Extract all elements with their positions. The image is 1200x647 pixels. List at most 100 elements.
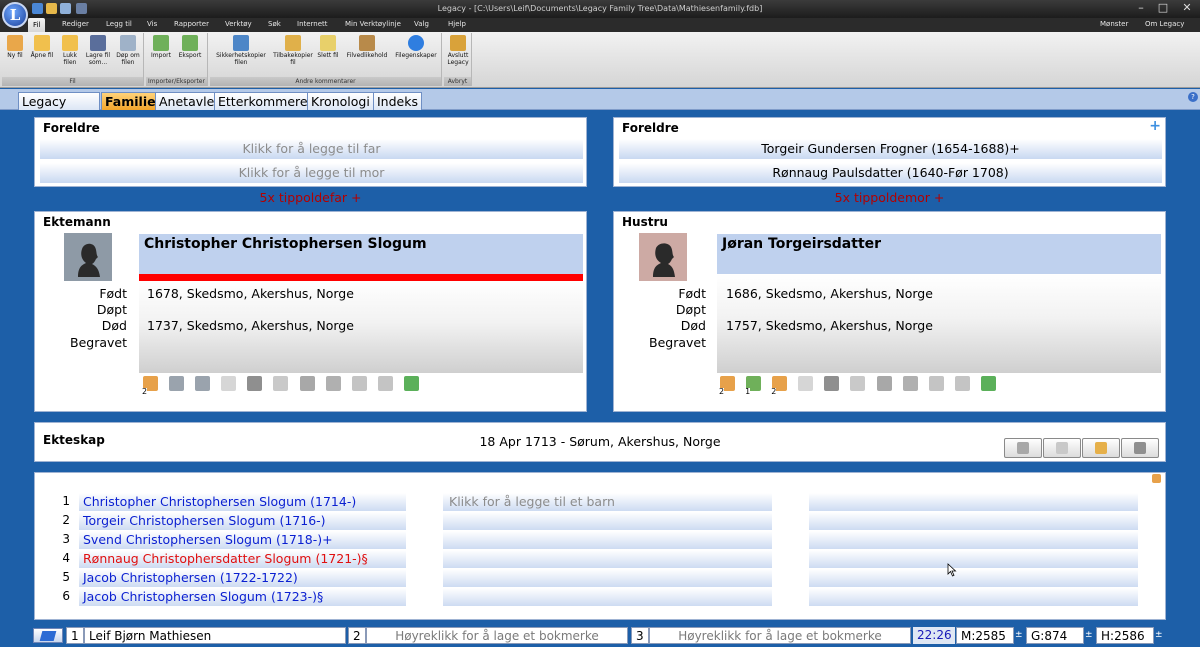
menu-rediger[interactable]: Rediger [62, 20, 89, 28]
empty-child-slot[interactable] [443, 569, 772, 587]
menu-hjelp[interactable]: Hjelp [448, 20, 466, 28]
marriage-count-spinner[interactable]: ± [1085, 628, 1095, 643]
siblings-icon[interactable]: 1 [745, 376, 762, 396]
bookmark-3-slot[interactable]: Høyreklikk for å lage et bokmerke [649, 627, 911, 644]
husband-died-value[interactable]: 1737, Skedsmo, Akershus, Norge [147, 318, 354, 333]
delete-file-button[interactable]: Slett fil [316, 35, 340, 59]
empty-child-slot[interactable] [809, 569, 1138, 587]
address-icon[interactable] [351, 376, 367, 391]
notes-icon[interactable] [798, 376, 814, 391]
minimize-button[interactable]: – [1130, 1, 1152, 15]
empty-child-slot[interactable] [809, 588, 1138, 606]
child-row[interactable]: Rønnaug Christophersdatter Slogum (1721-… [79, 550, 406, 568]
rename-file-button[interactable]: Døp om filen [114, 35, 142, 66]
add-father-slot[interactable]: Klikk for å legge til far [40, 139, 583, 159]
marriage-sources-button[interactable] [1043, 438, 1081, 458]
backup-file-button[interactable]: Sikkerhetskopier filen [212, 35, 270, 66]
empty-child-slot[interactable] [809, 512, 1138, 530]
menu-legg-til[interactable]: Legg til [106, 20, 132, 28]
spouses-icon[interactable]: 2 [719, 376, 735, 396]
menu-verktoy[interactable]: Verktøy [225, 20, 252, 28]
empty-child-slot[interactable] [809, 493, 1138, 511]
husband-name[interactable]: Christopher Christophersen Slogum [139, 234, 583, 274]
marriage-events-button[interactable] [1082, 438, 1120, 458]
marriage-notes-button[interactable] [1004, 438, 1042, 458]
menu-sok[interactable]: Søk [268, 20, 281, 28]
empty-child-slot[interactable] [809, 550, 1138, 568]
todo-icon[interactable] [377, 376, 393, 391]
empty-child-slot[interactable] [443, 531, 772, 549]
open-file-button[interactable]: Åpne fil [30, 35, 54, 59]
menu-fil[interactable]: Fil [28, 18, 46, 32]
tags-icon[interactable] [325, 376, 341, 391]
notes-icon[interactable] [221, 376, 237, 391]
menu-valg[interactable]: Valg [414, 20, 429, 28]
sources-icon[interactable] [850, 376, 866, 391]
tags-icon[interactable] [902, 376, 918, 391]
bookmark-2-slot[interactable]: Høyreklikk for å lage et bokmerke [366, 627, 628, 644]
legacy-logo-icon[interactable]: L [2, 2, 28, 28]
child-row[interactable]: Torgeir Christophersen Slogum (1716-) [79, 512, 406, 530]
child-row[interactable]: Svend Christophersen Slogum (1718-)+ [79, 531, 406, 549]
menu-min-verktoylinje[interactable]: Min Verktøylinje [345, 20, 401, 28]
help-icon[interactable]: ? [1188, 92, 1198, 102]
parents-icon[interactable] [195, 376, 211, 391]
close-button[interactable]: ✕ [1176, 1, 1198, 15]
children-corner-icon[interactable] [1152, 474, 1161, 483]
tab-familie[interactable]: Familie [101, 92, 160, 110]
edit-person-icon[interactable] [980, 376, 996, 391]
restore-file-button[interactable]: Tilbakekopier fil [270, 35, 316, 66]
child-row[interactable]: Christopher Christophersen Slogum (1714-… [79, 493, 406, 511]
menu-om-legacy[interactable]: Om Legacy [1145, 20, 1184, 28]
menu-monster[interactable]: Mønster [1100, 20, 1128, 28]
empty-child-slot[interactable] [443, 550, 772, 568]
wife-relation-label[interactable]: 5x tippoldemor + [613, 190, 1166, 205]
female-count-spinner[interactable]: ± [1155, 628, 1165, 643]
todo-icon[interactable] [954, 376, 970, 391]
add-mother-slot[interactable]: Klikk for å legge til mor [40, 163, 583, 183]
books-icon[interactable] [876, 376, 892, 391]
add-child-slot[interactable]: Klikk for å legge til et barn [443, 493, 772, 511]
bookmark-book-icon[interactable] [33, 628, 63, 643]
tab-legacy-start[interactable]: Legacy Start [18, 92, 100, 110]
menu-internett[interactable]: Internett [297, 20, 328, 28]
marriage-pictures-button[interactable] [1121, 438, 1159, 458]
export-button[interactable]: Eksport [176, 35, 204, 59]
wife-died-value[interactable]: 1757, Skedsmo, Akershus, Norge [726, 318, 933, 333]
close-file-button[interactable]: Lukk filen [57, 35, 83, 66]
child-row[interactable]: Jacob Christophersen (1722-1722) [79, 569, 406, 587]
tab-kronologi[interactable]: Kronologi [307, 92, 374, 110]
pictures-icon[interactable] [824, 376, 840, 391]
file-properties-button[interactable]: Filegenskaper [392, 35, 440, 59]
wife-born-value[interactable]: 1686, Skedsmo, Akershus, Norge [726, 286, 933, 301]
new-file-button[interactable]: Ny fil [4, 35, 26, 59]
wife-name[interactable]: Jøran Torgeirsdatter [717, 234, 1161, 274]
pictures-icon[interactable] [247, 376, 263, 391]
male-count-spinner[interactable]: ± [1015, 628, 1025, 643]
file-maintenance-button[interactable]: Filvedlikehold [342, 35, 392, 59]
spouses-icon[interactable]: 2 [142, 376, 158, 396]
edit-person-icon[interactable] [403, 376, 419, 391]
parents-icon[interactable]: 2 [771, 376, 788, 396]
empty-child-slot[interactable] [809, 531, 1138, 549]
siblings-icon[interactable] [169, 376, 185, 391]
menu-vis[interactable]: Vis [147, 20, 157, 28]
wife-mother-slot[interactable]: Rønnaug Paulsdatter (1640-Før 1708) [619, 163, 1162, 183]
save-as-button[interactable]: Lagre fil som... [84, 35, 112, 66]
tab-etterkommere[interactable]: Etterkommere [214, 92, 312, 110]
import-button[interactable]: Import [148, 35, 174, 59]
maximize-button[interactable]: □ [1152, 1, 1174, 15]
exit-legacy-button[interactable]: Avslutt Legacy [445, 35, 471, 66]
tab-indeks[interactable]: Indeks [373, 92, 422, 110]
husband-relation-label[interactable]: 5x tippoldefar + [34, 190, 587, 205]
child-row[interactable]: Jacob Christophersen Slogum (1723-)§ [79, 588, 406, 606]
bookmark-1-name[interactable]: Leif Bjørn Mathiesen [84, 627, 346, 644]
tab-anetavle[interactable]: Anetavle [155, 92, 219, 110]
sources-icon[interactable] [273, 376, 289, 391]
wife-father-slot[interactable]: Torgeir Gundersen Frogner (1654-1688)+ [619, 139, 1162, 159]
add-parent-plus-icon[interactable]: + [1149, 118, 1161, 134]
books-icon[interactable] [299, 376, 315, 391]
empty-child-slot[interactable] [443, 512, 772, 530]
husband-born-value[interactable]: 1678, Skedsmo, Akershus, Norge [147, 286, 354, 301]
empty-child-slot[interactable] [443, 588, 772, 606]
